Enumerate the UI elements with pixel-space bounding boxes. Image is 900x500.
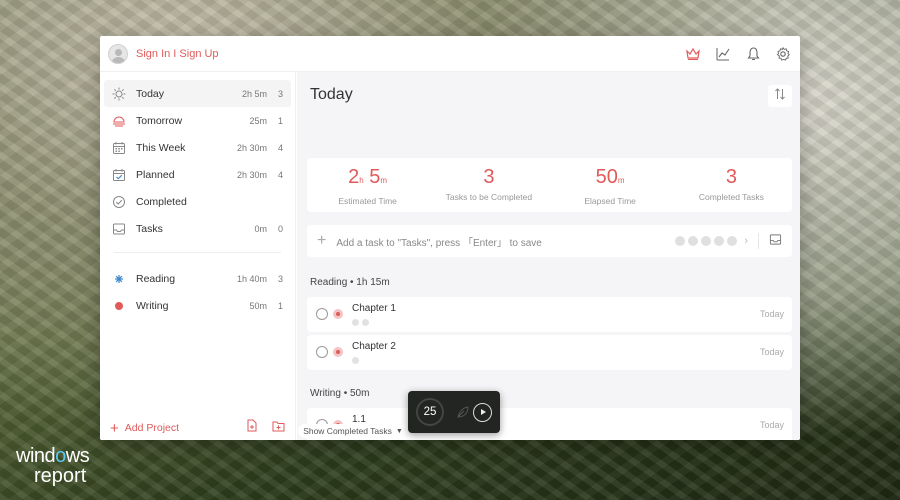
sidebar-item-today[interactable]: Today 2h 5m 3 — [104, 80, 291, 107]
plus-icon: + — [317, 232, 327, 249]
task-row[interactable]: Chapter 2 Today — [307, 335, 792, 370]
sidebar-item-this-week[interactable]: This Week 2h 30m 4 — [104, 134, 291, 161]
sidebar-divider — [114, 252, 281, 253]
sidebar-item-tasks[interactable]: Tasks 0m 0 — [104, 215, 291, 242]
pomodoro-icon[interactable] — [727, 236, 738, 246]
writing-project-dot — [115, 301, 123, 310]
stat-completed-tasks: 3 Completed Tasks — [698, 166, 764, 202]
add-task-input[interactable]: + Add a task to "Tasks", press 「Enter」 t… — [307, 225, 792, 257]
bell-icon[interactable] — [746, 46, 760, 61]
inbox-icon[interactable] — [769, 233, 782, 249]
sidebar-project-reading[interactable]: Reading 1h 40m 3 — [104, 265, 291, 292]
pomodoro-dots — [352, 357, 359, 364]
main-panel: Today 2h 5m Estimated Time 3 Tasks to be… — [297, 72, 800, 440]
task-checkbox[interactable] — [316, 346, 328, 358]
pomodoro-icon[interactable] — [675, 236, 686, 246]
plus-icon: + — [110, 419, 119, 437]
stat-elapsed-time: 50m Elapsed Time — [584, 166, 636, 206]
pomodoro-icon[interactable] — [714, 236, 725, 246]
sidebar-item-planned[interactable]: Planned 2h 30m 4 — [104, 161, 291, 188]
tomato-icon[interactable] — [333, 309, 343, 319]
timer-display: 25 — [416, 398, 444, 426]
calendar-icon — [112, 141, 126, 155]
sun-icon — [112, 87, 126, 101]
stat-estimated-time: 2h 5m Estimated Time — [338, 166, 397, 206]
reading-project-icon — [112, 272, 126, 286]
pomodoro-timer-widget[interactable]: 25 — [408, 391, 500, 433]
sidebar: Today 2h 5m 3 Tomorrow 25m 1 This Week 2… — [100, 72, 296, 440]
page-title: Today — [310, 86, 353, 103]
pomodoro-icon[interactable] — [701, 236, 712, 246]
pomodoro-icon[interactable] — [688, 236, 699, 246]
play-icon — [480, 409, 486, 415]
inbox-icon — [112, 222, 126, 236]
stat-tasks-to-complete: 3 Tasks to be Completed — [445, 166, 533, 202]
show-completed-tasks-button[interactable]: Show Completed Tasks ▼ — [298, 424, 408, 438]
check-circle-icon — [112, 195, 126, 209]
avatar[interactable] — [108, 43, 128, 64]
top-bar: Sign In I Sign Up — [100, 36, 800, 72]
crown-icon[interactable] — [686, 47, 700, 61]
pomodoro-dots — [352, 319, 369, 326]
statistics-icon[interactable] — [716, 47, 730, 61]
add-file-icon[interactable] — [246, 419, 258, 437]
group-header-reading: Reading • 1h 15m — [310, 277, 390, 288]
sort-icon — [774, 87, 786, 105]
leaf-icon — [456, 405, 470, 419]
sort-button[interactable] — [768, 85, 792, 107]
task-checkbox[interactable] — [316, 308, 328, 320]
add-folder-icon[interactable] — [272, 419, 285, 437]
group-header-writing: Writing • 50m — [310, 388, 370, 399]
chevron-right-icon[interactable]: › — [744, 235, 748, 247]
sidebar-item-tomorrow[interactable]: Tomorrow 25m 1 — [104, 107, 291, 134]
task-row[interactable]: Chapter 1 Today — [307, 297, 792, 332]
app-window: Sign In I Sign Up Today 2h 5m 3 Tomorrow… — [100, 36, 800, 440]
sidebar-project-writing[interactable]: Writing 50m 1 — [104, 292, 291, 319]
caret-down-icon: ▼ — [395, 427, 403, 435]
windows-report-logo: windows report — [16, 445, 90, 487]
sidebar-footer: + Add Project — [100, 416, 295, 440]
sign-in-link[interactable]: Sign In I Sign Up — [136, 48, 219, 60]
add-project-button[interactable]: + Add Project — [110, 421, 179, 436]
divider — [758, 233, 759, 249]
add-task-placeholder: Add a task to "Tasks", press 「Enter」 to … — [336, 237, 542, 249]
sunrise-icon — [112, 114, 126, 128]
play-button[interactable] — [473, 402, 492, 422]
calendar-check-icon — [112, 168, 126, 182]
stats-panel: 2h 5m Estimated Time 3 Tasks to be Compl… — [307, 158, 792, 212]
settings-icon[interactable] — [776, 46, 790, 61]
sidebar-item-completed[interactable]: Completed — [104, 188, 291, 215]
tomato-icon[interactable] — [333, 347, 343, 357]
pomodoro-estimate-selector[interactable]: › — [675, 235, 748, 247]
